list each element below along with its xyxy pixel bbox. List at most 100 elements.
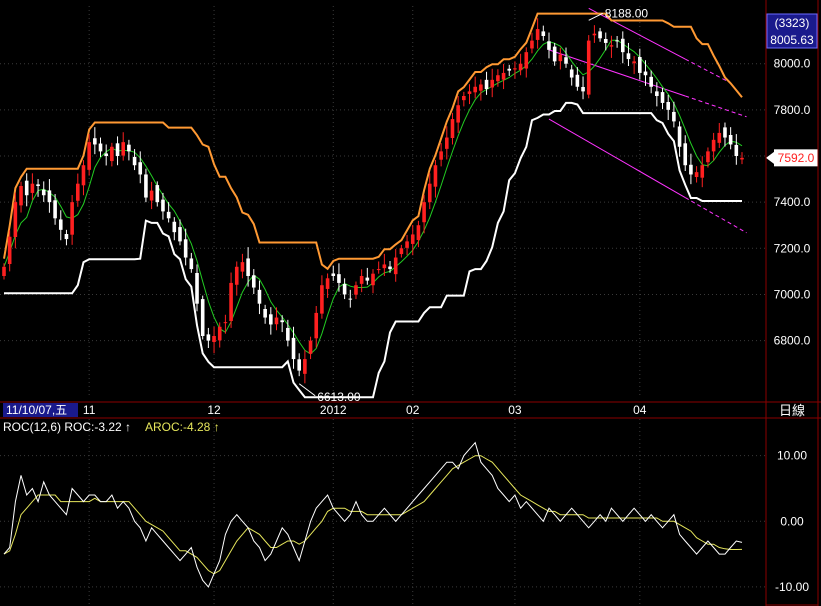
candle-body [496, 75, 500, 82]
price-tick-label: 7800.0 [774, 103, 811, 117]
candle [200, 295, 205, 340]
candle-body [620, 38, 625, 53]
candle-body [36, 184, 40, 186]
high-annotation: 8188.00 [605, 6, 649, 20]
candle-body [70, 202, 74, 235]
candle-body [172, 221, 177, 233]
candle-body [240, 262, 245, 272]
candle-body [280, 320, 284, 323]
candle-body [41, 189, 46, 196]
candle-body [183, 239, 188, 258]
candle-body [53, 200, 57, 219]
candle-body [110, 146, 114, 162]
candle-body [104, 153, 108, 156]
candle-body [740, 157, 744, 160]
candle-body [666, 102, 670, 110]
highlight-box: (3323) 8005.63 [766, 13, 818, 49]
price-tick-label: 7000.0 [774, 287, 811, 301]
candle-body [541, 31, 546, 36]
candle-body [524, 52, 529, 69]
candle-body [569, 69, 574, 78]
candle-body [223, 322, 228, 324]
candle-body [24, 180, 29, 196]
candle-body [558, 54, 563, 62]
roc-tick-label: 10.00 [777, 449, 807, 463]
candle-body [93, 138, 97, 145]
candle-body [399, 248, 404, 255]
candle-body [251, 275, 256, 288]
candle-body [717, 132, 722, 143]
candle-body [76, 183, 80, 201]
candle-body [314, 312, 319, 339]
candle-body [308, 340, 313, 354]
candle-body [547, 41, 551, 50]
candle [586, 35, 591, 99]
candle-body [439, 151, 443, 160]
candle-body [246, 258, 250, 276]
price-tick-label: 6800.0 [774, 334, 811, 348]
candle-body [348, 298, 353, 300]
candle-body [229, 282, 233, 321]
candle-body [706, 151, 710, 163]
candle-body [643, 71, 648, 76]
candle-body [518, 63, 523, 71]
candle-body [694, 172, 699, 177]
candle-body [711, 139, 716, 152]
candle-body [473, 86, 477, 93]
candle-body [115, 143, 120, 156]
candle-body [161, 199, 165, 212]
candle-body [450, 119, 455, 138]
candle-body [7, 236, 12, 264]
candle-body [728, 135, 733, 145]
x-tick-label: 2012 [320, 403, 347, 417]
candle-body [552, 46, 557, 62]
candle-body [660, 92, 665, 103]
price-tick-label: 7400.0 [774, 195, 811, 209]
x-tick-label: 02 [406, 403, 420, 417]
candle-body [58, 219, 63, 230]
candle-body [535, 29, 540, 40]
candle-body [433, 165, 438, 187]
candle-body [87, 142, 91, 170]
candle-body [689, 164, 693, 175]
candle-body [462, 96, 466, 101]
candle-body [291, 337, 296, 360]
candle-body [331, 273, 336, 276]
candle-body [144, 174, 148, 198]
candle-body [501, 72, 506, 80]
candle-body [320, 285, 324, 314]
highlight-count: (3323) [775, 16, 810, 30]
candle-body [586, 40, 591, 95]
candle-body [132, 156, 137, 166]
candle-body [342, 284, 347, 295]
candle-body [212, 336, 216, 342]
candle-body [490, 79, 495, 88]
candle-body [13, 202, 18, 237]
candle-body [155, 185, 160, 203]
candle-body [507, 68, 512, 71]
candle-body [234, 266, 239, 285]
period-label: 日線 [779, 403, 805, 418]
candle-body [388, 266, 392, 270]
candle-body [382, 264, 387, 269]
candle-body [200, 299, 205, 336]
candle-body [615, 40, 619, 42]
candle-body [297, 359, 301, 371]
roc-tick-label: -10.00 [775, 580, 809, 594]
candle-body [2, 266, 6, 276]
candle-body [479, 84, 483, 91]
x-tick-label: 12 [207, 403, 221, 417]
candle-body [138, 162, 143, 175]
candle-body [484, 79, 489, 90]
candle-body [206, 334, 211, 341]
candle-body [166, 211, 171, 219]
candle-body [592, 33, 597, 36]
candle-body [609, 45, 614, 47]
candle-body [649, 76, 653, 87]
candle-body [427, 183, 432, 203]
roc-label: ROC(12,6) ROC:-3.22 ↑ [3, 420, 131, 434]
candle-body [30, 183, 35, 193]
candle-body [257, 289, 262, 304]
candle-body [149, 190, 154, 201]
candle-body [286, 327, 290, 341]
